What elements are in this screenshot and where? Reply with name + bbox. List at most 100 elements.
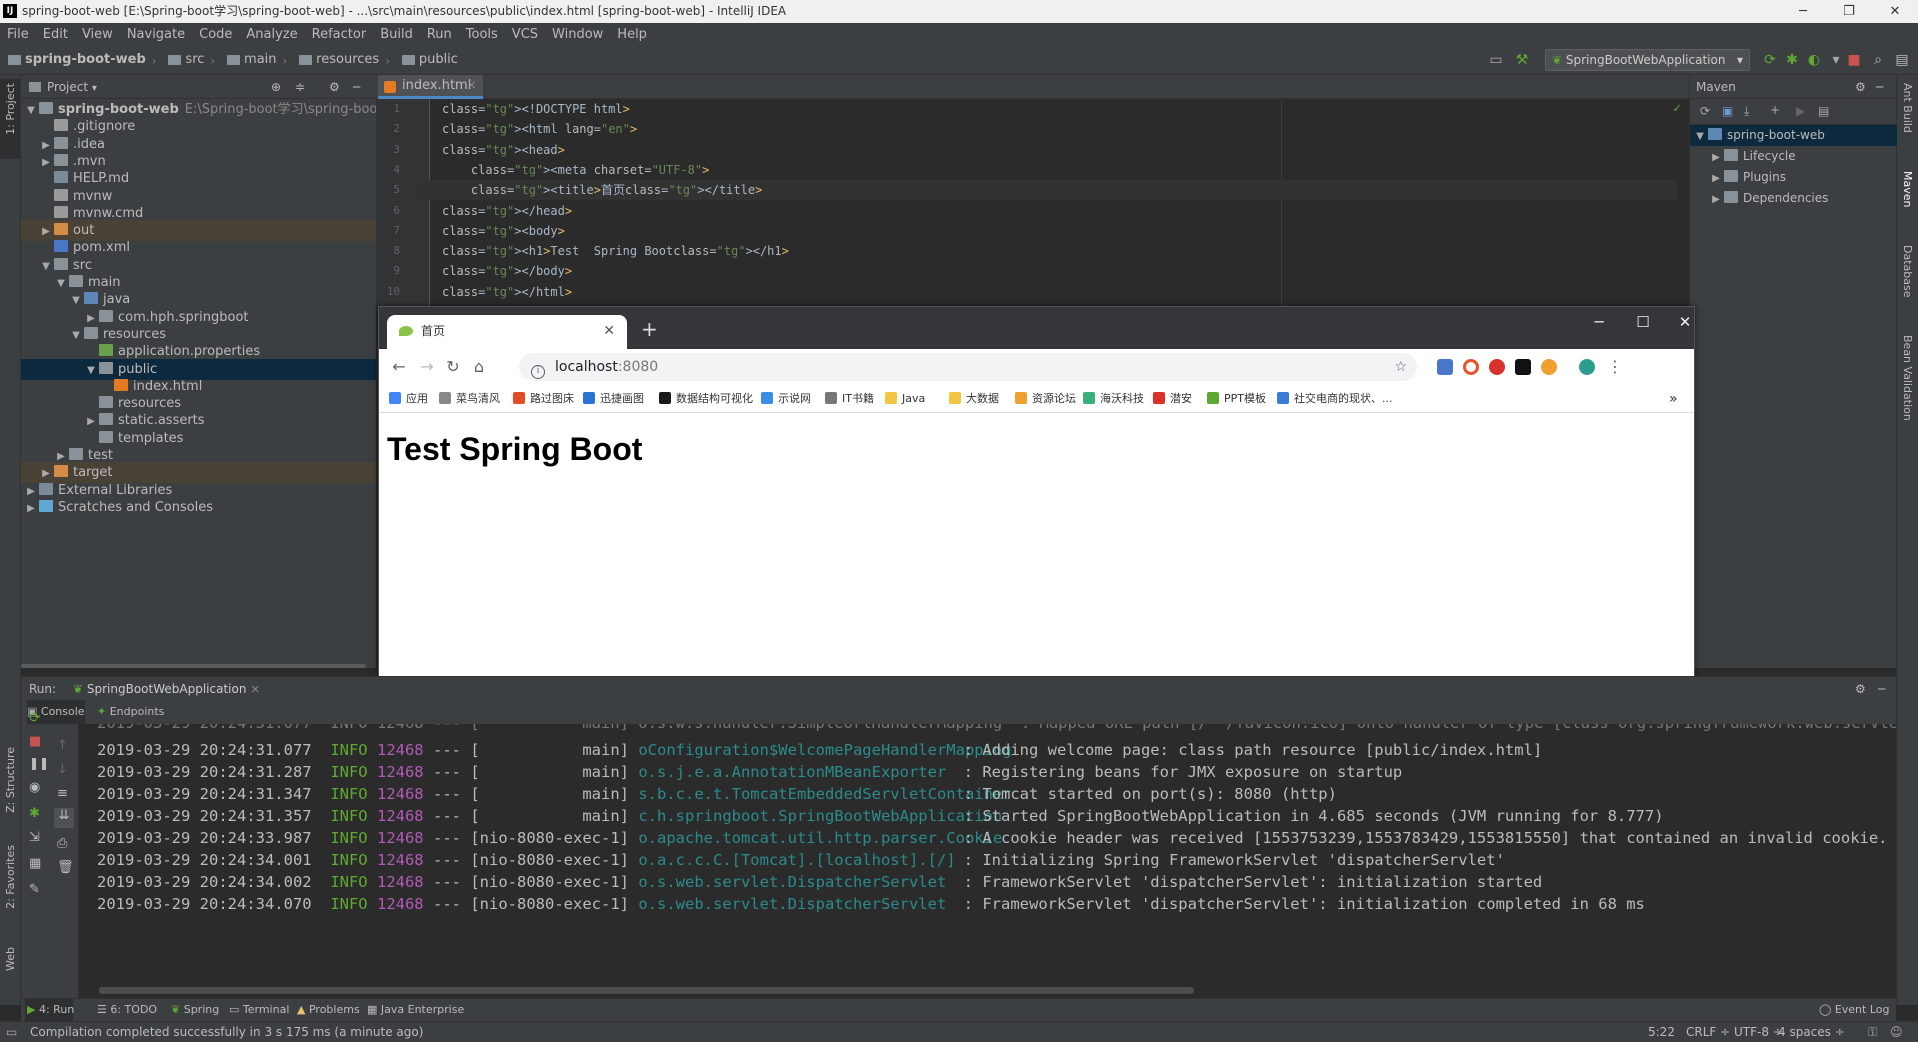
bookmark-item[interactable]: PPT模板 [1207, 385, 1266, 413]
run-maven-icon[interactable]: ▶ [1796, 104, 1805, 118]
weibo-extension-icon[interactable] [1541, 359, 1557, 375]
browser-close-button[interactable]: ✕ [1665, 313, 1705, 333]
menu-view[interactable]: View [75, 24, 120, 46]
settings-gear-icon[interactable]: ⚙ [329, 75, 340, 99]
close-window-button[interactable]: ✕ [1872, 0, 1918, 23]
bookmark-item[interactable]: 示说网 [761, 385, 811, 413]
rerun-icon[interactable]: ⟳ [1762, 52, 1778, 68]
bookmark-item[interactable]: Java [885, 385, 925, 413]
close-tab-icon[interactable]: ✕ [603, 315, 615, 347]
bookmark-star-icon[interactable]: ☆ [1394, 353, 1407, 381]
bookmark-item[interactable]: 海沃科技 [1083, 385, 1144, 413]
structure-tool-tab[interactable]: Z: Structure [4, 747, 17, 813]
execute-goal-icon[interactable]: ▤ [1818, 104, 1829, 118]
menu-code[interactable]: Code [192, 24, 239, 46]
bookmark-item[interactable]: IT书籍 [825, 385, 874, 413]
bean-validation-tool-tab[interactable]: Bean Validation [1901, 335, 1914, 421]
close-tab-icon[interactable]: × [466, 75, 477, 97]
console-scrollbar[interactable] [99, 987, 1194, 994]
bookmark-item[interactable]: 大数据 [949, 385, 999, 413]
indent-setting[interactable]: 4 spaces ÷ [1778, 1022, 1845, 1042]
event-log-tool-tab[interactable]: ◯ Event Log [1819, 999, 1889, 1021]
close-run-tab-icon[interactable]: × [250, 682, 260, 696]
maven-plugins-item[interactable]: ▶ Plugins [1690, 167, 1897, 188]
breadcrumb-src[interactable]: src [160, 45, 204, 75]
maven-settings-icon[interactable]: ⚙ [1855, 75, 1866, 99]
address-bar[interactable]: i localhost:8080 ☆ [519, 353, 1417, 381]
new-tab-button[interactable]: + [641, 317, 658, 341]
minimize-button[interactable]: ─ [1780, 0, 1826, 23]
home-icon[interactable]: ⌂ [469, 357, 489, 377]
bookmark-item[interactable]: 菜鸟清风 [439, 385, 500, 413]
event-icon[interactable]: ▤ [1894, 52, 1910, 68]
lock-icon[interactable]: ⚿ [1868, 1022, 1877, 1042]
maven-tool-tab[interactable]: Maven [1901, 171, 1914, 207]
menu-window[interactable]: Window [545, 24, 610, 46]
translate-extension-icon[interactable] [1437, 359, 1453, 375]
record-extension-icon[interactable] [1463, 359, 1479, 375]
browser-minimize-button[interactable]: ─ [1579, 313, 1619, 333]
run-settings-icon[interactable]: ⚙ [1855, 677, 1866, 701]
file-encoding[interactable]: UTF-8 ÷ [1734, 1022, 1783, 1042]
search-icon[interactable]: ⌕ [1870, 52, 1886, 68]
breadcrumb-resources[interactable]: resources [291, 45, 379, 75]
forward-arrow-icon[interactable]: → [417, 357, 437, 377]
menu-edit[interactable]: Edit [36, 24, 75, 46]
maven-root-item[interactable]: ▼ spring-boot-web [1690, 125, 1897, 146]
database-tool-tab[interactable]: Database [1901, 245, 1914, 298]
bookmark-item[interactable]: 应用 [389, 385, 428, 413]
reimport-icon[interactable]: ⟳ [1700, 104, 1710, 118]
print-icon[interactable]: ⎙ [57, 836, 67, 851]
soft-wrap-icon[interactable]: ≡ [57, 786, 68, 801]
menu-run[interactable]: Run [420, 24, 459, 46]
profile-icon[interactable]: ▾ [1828, 52, 1844, 68]
project-tool-tab[interactable]: 1: Project [4, 83, 17, 135]
problems-tool-tab[interactable]: ▲ Problems [297, 999, 360, 1021]
collapsed-arrow-icon[interactable]: ▶ [25, 498, 37, 519]
menu-file[interactable]: File [0, 24, 36, 46]
build-hammer-icon[interactable]: ⚒ [1514, 52, 1530, 68]
hide-panel-icon[interactable]: ─ [353, 75, 360, 99]
tab-index-html[interactable]: index.html × [378, 75, 483, 99]
back-arrow-icon[interactable]: ← [389, 357, 409, 377]
debug-icon[interactable]: ✱ [29, 806, 40, 821]
restore-button[interactable]: ❐ [1826, 0, 1872, 23]
breadcrumb-public[interactable]: public [394, 45, 458, 75]
browser-tab[interactable]: 首页 ✕ [387, 315, 627, 349]
bookmark-item[interactable]: 社交电商的现状、... [1277, 385, 1393, 413]
profile-avatar[interactable] [1579, 359, 1595, 375]
menu-navigate[interactable]: Navigate [120, 24, 192, 46]
spring-tool-tab[interactable]: ❦ Spring [171, 999, 219, 1021]
maven-lifecycle-item[interactable]: ▶ Lifecycle [1690, 146, 1897, 167]
maven-dependencies-item[interactable]: ▶ Dependencies [1690, 188, 1897, 209]
project-view-select[interactable]: Project [47, 80, 88, 94]
browser-maximize-button[interactable]: ☐ [1623, 313, 1663, 333]
stop-icon[interactable]: ■ [1846, 52, 1862, 68]
bookmark-item[interactable]: 迅捷画图 [583, 385, 644, 413]
menu-refactor[interactable]: Refactor [305, 24, 374, 46]
debug-icon[interactable]: ✱ [1784, 52, 1800, 68]
run-config-tab[interactable]: ❦ SpringBootWebApplication × [73, 677, 260, 701]
cursor-position[interactable]: 5:22 [1648, 1022, 1675, 1042]
bookmark-item[interactable]: 数据结构可视化 [659, 385, 753, 413]
adblock-extension-icon[interactable] [1489, 359, 1505, 375]
collapse-icon[interactable]: ≑ [295, 75, 305, 99]
scroll-up-icon[interactable]: ↑ [57, 738, 68, 753]
add-icon[interactable]: + [1770, 103, 1780, 117]
bookmark-item[interactable]: 路过图床 [513, 385, 574, 413]
menu-help[interactable]: Help [610, 24, 654, 46]
scroll-to-end-icon[interactable]: ⇊ [54, 808, 74, 828]
pin-icon[interactable]: ✎ [29, 882, 40, 897]
rerun-icon[interactable]: ⟳ [29, 710, 41, 726]
endpoints-tab[interactable]: ✦ Endpoints [97, 700, 164, 724]
exit-icon[interactable]: ⇲ [29, 830, 40, 845]
breadcrumb-project[interactable]: spring-boot-web [0, 45, 146, 75]
tree-scrollbar[interactable] [21, 664, 366, 668]
console-output[interactable]: 2019-03-29 20:24:31.077 INFO 12468 --- [… [79, 724, 1896, 998]
run-tool-tab[interactable]: ▶ 4: Run [27, 999, 74, 1021]
run-hide-icon[interactable]: ─ [1878, 677, 1885, 701]
web-tool-tab[interactable]: Web [4, 947, 17, 971]
menu-analyze[interactable]: Analyze [239, 24, 304, 46]
menu-vcs[interactable]: VCS [505, 24, 545, 46]
todo-tool-tab[interactable]: ☰ 6: TODO [97, 999, 157, 1021]
